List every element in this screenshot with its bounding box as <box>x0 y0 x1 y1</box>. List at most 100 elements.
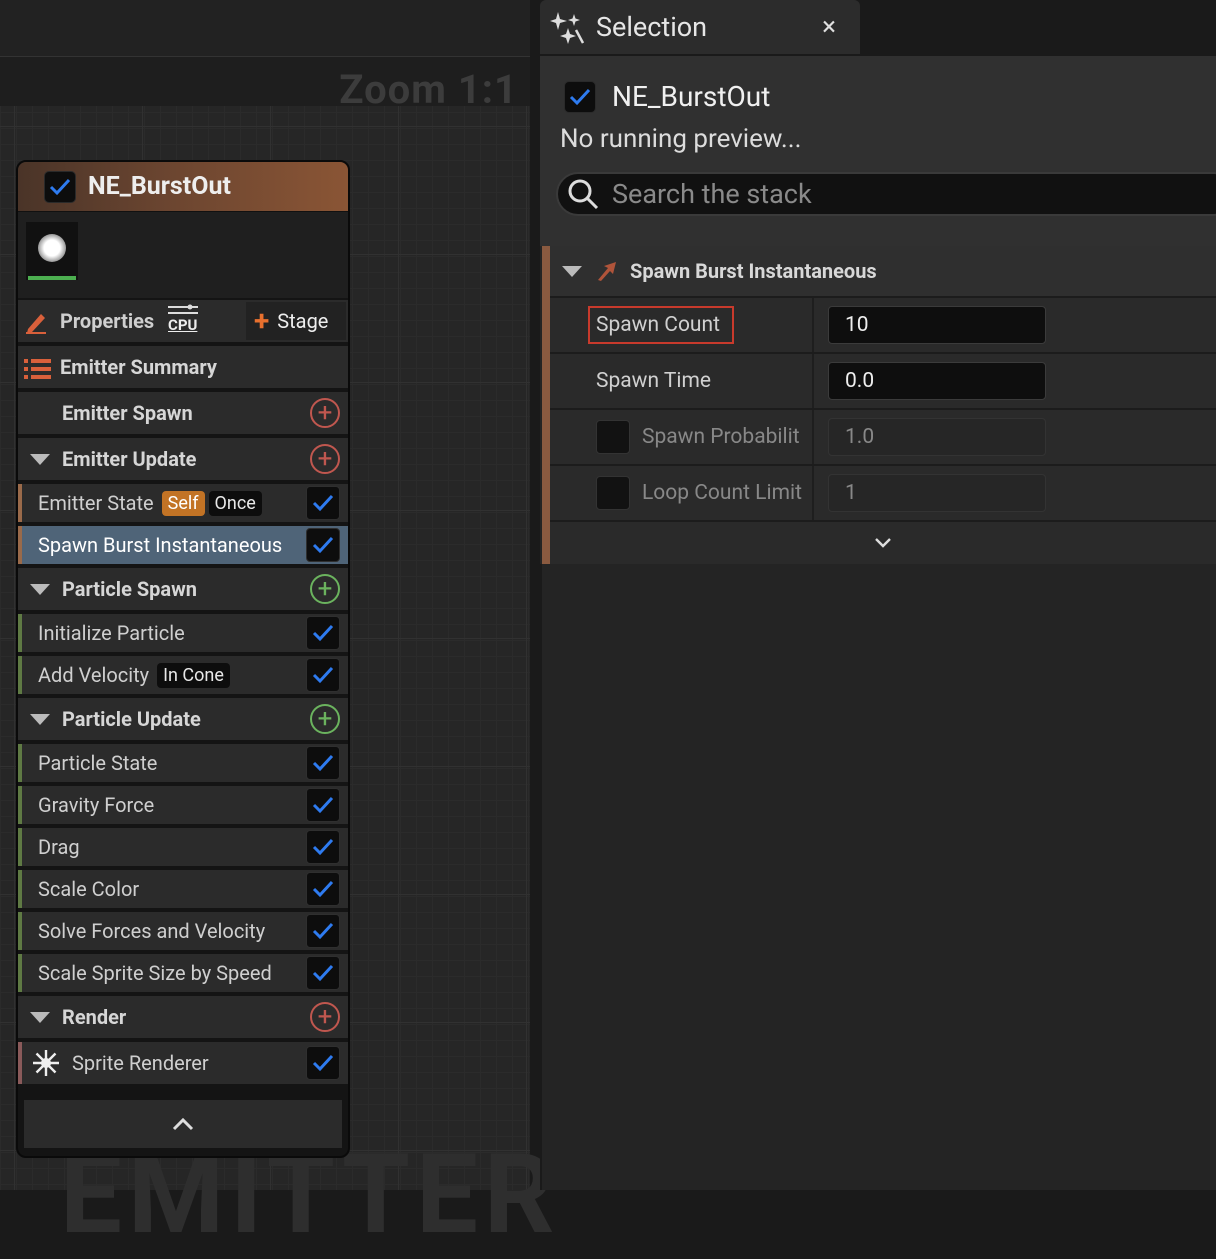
param-name: Spawn Probabilit <box>642 425 800 449</box>
add-module-button[interactable]: + <box>310 704 340 734</box>
param-enable-checkbox[interactable] <box>596 420 630 454</box>
module-spawn-burst-instantaneous[interactable]: Spawn Burst Instantaneous <box>18 526 348 566</box>
collapse-triangle-icon[interactable] <box>30 453 50 465</box>
module-title: Spawn Burst Instantaneous <box>630 259 877 283</box>
spawn-probability-field[interactable]: 1.0 <box>828 418 1046 456</box>
module-initialize-particle[interactable]: Initialize Particle <box>18 614 348 654</box>
node-enabled-checkbox[interactable] <box>44 170 76 203</box>
section-particle-update[interactable]: Particle Update + <box>18 698 348 742</box>
section-particle-spawn[interactable]: Particle Spawn + <box>18 568 348 612</box>
module-emitter-state[interactable]: Emitter State Self Once <box>18 484 348 524</box>
checkmark-icon <box>312 922 334 940</box>
selected-emitter: NE_BurstOut <box>564 80 770 113</box>
param-row-spawn-time: Spawn Time 0.0 <box>550 352 1216 410</box>
module-enabled-checkbox[interactable] <box>306 528 340 562</box>
module-accent <box>18 484 22 522</box>
param-enable-checkbox[interactable] <box>596 476 630 510</box>
module-header[interactable]: Spawn Burst Instantaneous <box>550 246 1216 296</box>
plus-icon: + <box>254 304 270 337</box>
add-module-button[interactable]: + <box>310 444 340 474</box>
tab-bar: Selection × <box>540 0 1216 56</box>
param-row-spawn-count: Spawn Count 10 <box>550 296 1216 354</box>
module-sprite-renderer[interactable]: Sprite Renderer <box>18 1042 348 1086</box>
module-solve-forces-and-velocity[interactable]: Solve Forces and Velocity <box>18 912 348 952</box>
column-divider[interactable] <box>812 354 814 410</box>
node-title: NE_BurstOut <box>88 172 231 201</box>
module-particle-state[interactable]: Particle State <box>18 744 348 784</box>
module-drag[interactable]: Drag <box>18 828 348 868</box>
cpu-badge: CPU <box>168 316 198 334</box>
checkmark-icon <box>312 964 334 982</box>
checkmark-icon <box>312 624 334 642</box>
selection-panel: Selection × NE_BurstOut No running previ… <box>540 0 1216 1190</box>
expand-advanced-button[interactable] <box>550 520 1216 564</box>
add-stage-button[interactable]: + Stage <box>246 302 346 340</box>
properties-row[interactable]: Properties CPU + Stage <box>18 300 348 344</box>
checkmark-icon <box>312 536 334 554</box>
module-label: Particle State <box>38 751 158 775</box>
stage-label: Stage <box>277 309 329 333</box>
collapse-triangle-icon[interactable] <box>562 265 582 277</box>
module-accent <box>18 526 22 564</box>
add-module-button[interactable]: + <box>310 1002 340 1032</box>
node-header[interactable]: NE_BurstOut <box>18 162 348 212</box>
param-name: Spawn Time <box>596 369 712 393</box>
emitter-summary-row[interactable]: Emitter Summary <box>18 346 348 390</box>
module-enabled-checkbox[interactable] <box>306 830 340 864</box>
loop-count-limit-field[interactable]: 1 <box>828 474 1046 512</box>
graph-canvas[interactable]: Zoom 1:1 EMITTER NE_BurstOut Properties <box>0 0 554 1250</box>
module-add-velocity[interactable]: Add Velocity In Cone <box>18 656 348 696</box>
list-icon <box>24 359 51 379</box>
column-divider[interactable] <box>812 298 814 354</box>
module-label: Initialize Particle <box>38 621 185 645</box>
module-enabled-checkbox[interactable] <box>306 788 340 822</box>
column-divider[interactable] <box>812 466 814 522</box>
module-label: Emitter State <box>38 491 154 515</box>
module-enabled-checkbox[interactable] <box>306 486 340 520</box>
collapse-node-button[interactable] <box>24 1100 342 1148</box>
module-accent <box>18 786 22 824</box>
module-enabled-checkbox[interactable] <box>306 872 340 906</box>
tab-selection[interactable]: Selection × <box>540 0 860 54</box>
section-label: Emitter Update <box>62 447 197 471</box>
spawn-count-field[interactable]: 10 <box>828 306 1046 344</box>
module-enabled-checkbox[interactable] <box>306 1046 340 1080</box>
graph-toolbar <box>0 0 530 56</box>
section-render[interactable]: Render + <box>18 996 348 1040</box>
emitter-enabled-checkbox[interactable] <box>564 80 596 113</box>
column-divider[interactable] <box>812 410 814 466</box>
checkmark-icon <box>312 666 334 684</box>
section-emitter-update[interactable]: Emitter Update + <box>18 438 348 482</box>
stack-search[interactable] <box>556 172 1216 216</box>
module-accent <box>18 614 22 652</box>
search-input[interactable] <box>612 178 1172 210</box>
module-enabled-checkbox[interactable] <box>306 746 340 780</box>
add-module-button[interactable]: + <box>310 398 340 428</box>
module-scale-color[interactable]: Scale Color <box>18 870 348 910</box>
module-enabled-checkbox[interactable] <box>306 914 340 948</box>
close-tab-icon[interactable]: × <box>822 12 836 42</box>
tab-title: Selection <box>596 11 708 43</box>
emitter-name: NE_BurstOut <box>612 80 771 113</box>
module-scale-sprite-size-by-speed[interactable]: Scale Sprite Size by Speed <box>18 954 348 994</box>
module-accent <box>18 1042 22 1084</box>
module-gravity-force[interactable]: Gravity Force <box>18 786 348 826</box>
module-enabled-checkbox[interactable] <box>306 956 340 990</box>
emitter-node[interactable]: NE_BurstOut Properties CPU + Stage Emitt… <box>16 160 350 1158</box>
collapse-triangle-icon[interactable] <box>30 713 50 725</box>
add-module-button[interactable]: + <box>310 574 340 604</box>
section-emitter-spawn[interactable]: Emitter Spawn + <box>18 392 348 436</box>
zoom-label: Zoom 1:1 <box>339 66 518 113</box>
param-row-spawn-probability: Spawn Probabilit 1.0 <box>550 408 1216 466</box>
module-enabled-checkbox[interactable] <box>306 658 340 692</box>
particle-thumbnail[interactable] <box>26 222 78 280</box>
module-label: Solve Forces and Velocity <box>38 919 266 943</box>
module-enabled-checkbox[interactable] <box>306 616 340 650</box>
param-name: Loop Count Limit <box>642 481 802 505</box>
module-label: Scale Color <box>38 877 140 901</box>
collapse-triangle-icon[interactable] <box>30 1011 50 1023</box>
module-accent <box>18 954 22 992</box>
section-label: Particle Update <box>62 707 201 731</box>
collapse-triangle-icon[interactable] <box>30 583 50 595</box>
spawn-time-field[interactable]: 0.0 <box>828 362 1046 400</box>
